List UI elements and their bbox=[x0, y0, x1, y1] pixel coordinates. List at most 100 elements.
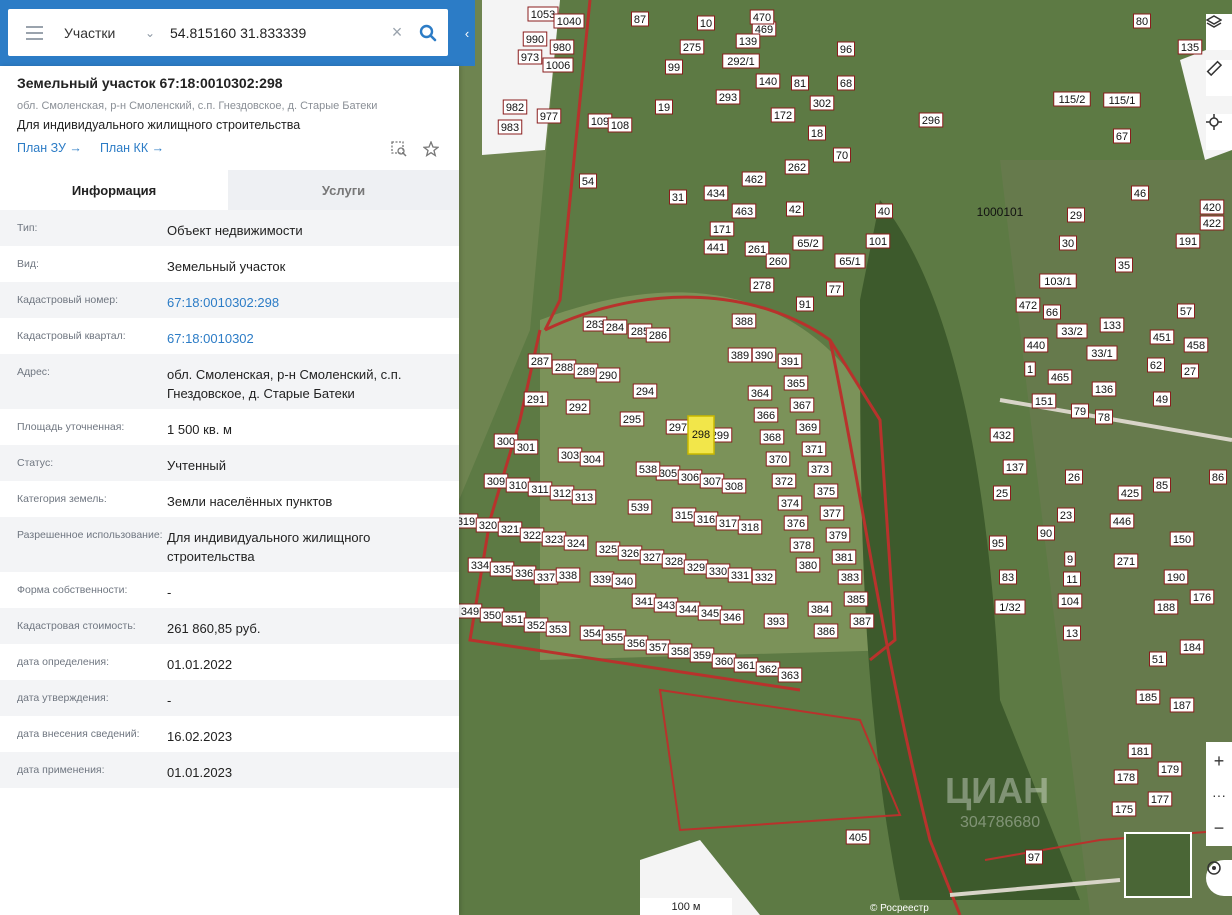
plot-label[interactable]: 261 bbox=[744, 241, 770, 257]
plot-label[interactable]: 355 bbox=[601, 629, 627, 645]
plot-label[interactable]: 310 bbox=[505, 477, 531, 493]
plot-label[interactable]: 405 bbox=[845, 829, 871, 845]
plot-label[interactable]: 332 bbox=[751, 569, 777, 585]
plot-label[interactable]: 451 bbox=[1149, 329, 1175, 345]
plot-label[interactable]: 1/32 bbox=[994, 599, 1026, 615]
plot-label[interactable]: 315 bbox=[671, 507, 697, 523]
plot-label[interactable]: 463 bbox=[731, 203, 757, 219]
plot-label[interactable]: 389 bbox=[727, 347, 753, 363]
search-button[interactable] bbox=[408, 9, 448, 56]
plot-label[interactable]: 78 bbox=[1095, 409, 1113, 425]
plot-label[interactable]: 275 bbox=[679, 39, 705, 55]
plot-label[interactable]: 80 bbox=[1133, 13, 1151, 29]
plot-label[interactable]: 57 bbox=[1177, 303, 1195, 319]
plot-label[interactable]: 175 bbox=[1111, 801, 1137, 817]
plot-label[interactable]: 440 bbox=[1023, 337, 1049, 353]
plot-label[interactable]: 351 bbox=[501, 611, 527, 627]
plot-label[interactable]: 441 bbox=[703, 239, 729, 255]
plot-label[interactable]: 287 bbox=[527, 353, 553, 369]
plot-label[interactable]: 352 bbox=[523, 617, 549, 633]
plot-label[interactable]: 387 bbox=[849, 613, 875, 629]
plot-label[interactable]: 425 bbox=[1117, 485, 1143, 501]
plot-label[interactable]: 25 bbox=[993, 485, 1011, 501]
plot-label[interactable]: 31 bbox=[669, 189, 687, 205]
plot-label[interactable]: 329 bbox=[683, 559, 709, 575]
plot-label[interactable]: 371 bbox=[801, 441, 827, 457]
plot-label[interactable]: 434 bbox=[703, 185, 729, 201]
plot-label[interactable]: 289 bbox=[573, 363, 599, 379]
search-box[interactable]: Участки ⌄ 54.815160 31.833339 × bbox=[8, 9, 448, 56]
plot-label[interactable]: 294 bbox=[632, 383, 658, 399]
plot-label[interactable]: 303 bbox=[557, 447, 583, 463]
plot-label[interactable]: 42 bbox=[786, 201, 804, 217]
plot-label[interactable]: 185 bbox=[1135, 689, 1161, 705]
plot-label[interactable]: 291 bbox=[523, 391, 549, 407]
collapse-panel-button[interactable]: ‹ bbox=[459, 18, 475, 48]
plot-label[interactable]: 19 bbox=[655, 99, 673, 115]
plot-label[interactable]: 284 bbox=[602, 319, 628, 335]
plot-label[interactable]: 381 bbox=[831, 549, 857, 565]
minimap[interactable] bbox=[1124, 832, 1192, 898]
plot-label[interactable]: 375 bbox=[813, 483, 839, 499]
plot-label[interactable]: 380 bbox=[795, 557, 821, 573]
chevron-down-icon[interactable]: ⌄ bbox=[140, 26, 160, 40]
plot-label[interactable]: 312 bbox=[549, 485, 575, 501]
plot-label[interactable]: 136 bbox=[1091, 381, 1117, 397]
plot-label[interactable]: 321 bbox=[497, 521, 523, 537]
plot-label[interactable]: 77 bbox=[826, 281, 844, 297]
plot-label[interactable]: 54 bbox=[579, 173, 597, 189]
plot-label[interactable]: 96 bbox=[837, 41, 855, 57]
plot-label[interactable]: 346 bbox=[719, 609, 745, 625]
plot-label[interactable]: 115/2 bbox=[1053, 91, 1091, 107]
plot-label[interactable]: 23 bbox=[1057, 507, 1075, 523]
plot-label[interactable]: 297 bbox=[665, 419, 691, 435]
plot-label[interactable]: 101 bbox=[865, 233, 891, 249]
menu-button[interactable] bbox=[8, 9, 60, 56]
plot-label[interactable]: 35 bbox=[1115, 257, 1133, 273]
plot-label[interactable]: 338 bbox=[555, 567, 581, 583]
property-value-link[interactable]: 67:18:0010302 bbox=[167, 318, 445, 354]
plot-label[interactable]: 383 bbox=[837, 569, 863, 585]
plot-label[interactable]: 345 bbox=[697, 605, 723, 621]
plot-label[interactable]: 390 bbox=[751, 347, 777, 363]
plot-label[interactable]: 108 bbox=[607, 117, 633, 133]
plot-label[interactable]: 334 bbox=[467, 557, 493, 573]
plot-label[interactable]: 393 bbox=[763, 613, 789, 629]
plot-label[interactable]: 46 bbox=[1131, 185, 1149, 201]
plot-label[interactable]: 278 bbox=[749, 277, 775, 293]
plot-label[interactable]: 361 bbox=[733, 657, 759, 673]
plot-label[interactable]: 18 bbox=[808, 125, 826, 141]
plot-label[interactable]: 51 bbox=[1149, 651, 1167, 667]
plot-label[interactable]: 316 bbox=[693, 511, 719, 527]
property-value-link[interactable]: 67:18:0010302:298 bbox=[167, 282, 445, 318]
plot-label[interactable]: 1040 bbox=[553, 13, 585, 29]
plot-label[interactable]: 90 bbox=[1037, 525, 1055, 541]
plot-label[interactable]: 388 bbox=[731, 313, 757, 329]
tab-info[interactable]: Информация bbox=[0, 170, 228, 210]
plot-label[interactable]: 472 bbox=[1015, 297, 1041, 313]
plot-label[interactable]: 29 bbox=[1067, 207, 1085, 223]
plot-label[interactable]: 10 bbox=[697, 15, 715, 31]
plot-label[interactable]: 320 bbox=[475, 517, 501, 533]
clear-icon[interactable]: × bbox=[386, 22, 408, 43]
zoom-in-button[interactable]: + bbox=[1206, 742, 1232, 780]
plot-label[interactable]: 288 bbox=[551, 359, 577, 375]
plot-label[interactable]: 179 bbox=[1157, 761, 1183, 777]
plot-label[interactable]: 85 bbox=[1153, 477, 1171, 493]
plot-label[interactable]: 539 bbox=[627, 499, 653, 515]
plot-label[interactable]: 70 bbox=[833, 147, 851, 163]
plot-label[interactable]: 462 bbox=[741, 171, 767, 187]
plot-label[interactable]: 87 bbox=[631, 11, 649, 27]
plot-label[interactable]: 49 bbox=[1153, 391, 1171, 407]
plot-label[interactable]: 302 bbox=[809, 95, 835, 111]
plot-label[interactable]: 373 bbox=[807, 461, 833, 477]
search-type-select[interactable]: Участки bbox=[60, 25, 140, 41]
plot-label[interactable]: 33/2 bbox=[1056, 323, 1088, 339]
plot-label[interactable]: 322 bbox=[519, 527, 545, 543]
plot-label[interactable]: 350 bbox=[479, 607, 505, 623]
zoom-out-button[interactable]: − bbox=[1206, 810, 1232, 846]
plot-label[interactable]: 328 bbox=[661, 553, 687, 569]
plot-label[interactable]: 103/1 bbox=[1039, 273, 1077, 289]
zoom-to-object-icon[interactable] bbox=[391, 141, 407, 157]
plot-label[interactable]: 296 bbox=[918, 112, 944, 128]
